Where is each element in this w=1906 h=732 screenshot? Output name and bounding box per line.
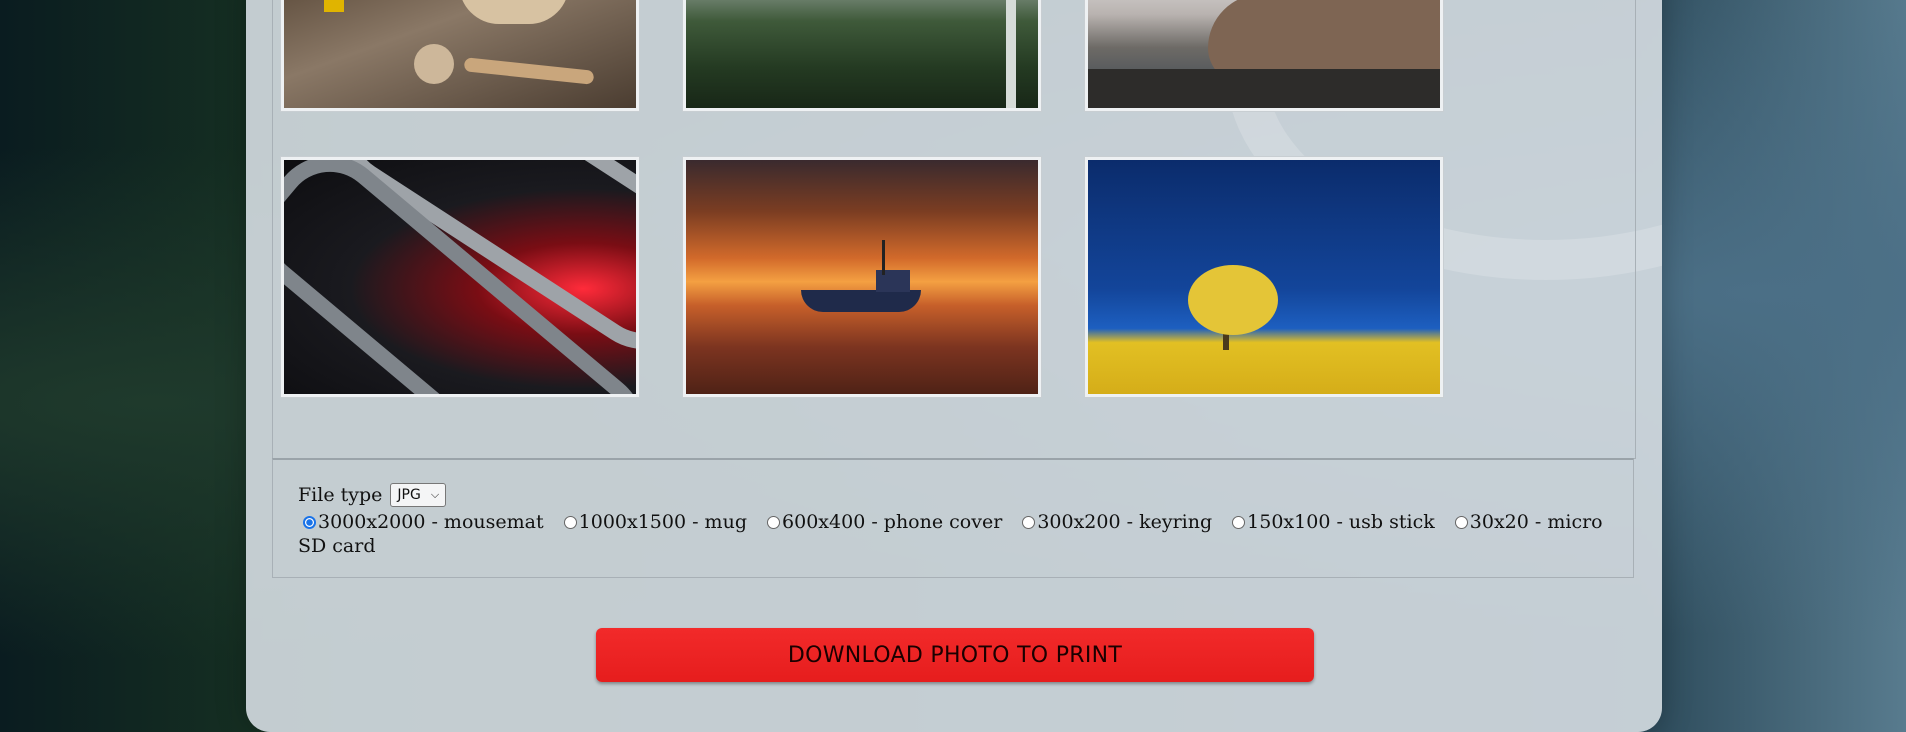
radio-button[interactable] <box>563 516 577 529</box>
size-option-mug[interactable]: 1000x1500 - mug <box>556 511 753 533</box>
print-options: File type JPG ⌵ 3000x2000 - mousemat 100… <box>272 458 1634 578</box>
coast-image <box>1088 0 1440 108</box>
size-option-usb-stick[interactable]: 150x100 - usb stick <box>1224 511 1441 533</box>
size-option-mousemat[interactable]: 3000x2000 - mousemat <box>298 511 550 533</box>
chevron-down-icon: ⌵ <box>430 488 440 501</box>
size-option-keyring[interactable]: 300x200 - keyring <box>1014 511 1218 533</box>
size-radio-group: 3000x2000 - mousemat 1000x1500 - mug 600… <box>298 510 1608 558</box>
photo-red-abstract[interactable] <box>280 156 640 398</box>
content-panel: File type JPG ⌵ 3000x2000 - mousemat 100… <box>246 0 1662 732</box>
file-type-row: File type JPG ⌵ <box>298 482 1608 508</box>
file-type-select[interactable]: JPG ⌵ <box>390 483 447 507</box>
photo-yellow-tree[interactable] <box>1084 156 1444 398</box>
radio-button[interactable] <box>1232 516 1246 529</box>
radio-button[interactable] <box>1454 516 1468 529</box>
yellow-tree-image <box>1088 160 1440 394</box>
photo-greenhouse[interactable] <box>682 0 1042 112</box>
download-photo-button[interactable]: DOWNLOAD PHOTO TO PRINT <box>596 628 1314 682</box>
photo-sunset-boat[interactable] <box>682 156 1042 398</box>
radio-button[interactable] <box>303 516 316 529</box>
radio-button[interactable] <box>1022 516 1036 529</box>
size-option-phone-cover[interactable]: 600x400 - phone cover <box>759 511 1008 533</box>
greenhouse-image <box>686 0 1038 108</box>
file-type-label: File type <box>298 484 383 506</box>
file-type-value: JPG <box>397 487 421 503</box>
photo-tools[interactable] <box>280 0 640 112</box>
photo-coast[interactable] <box>1084 0 1444 112</box>
sunset-boat-image <box>686 160 1038 394</box>
red-abstract-image <box>284 160 636 394</box>
radio-button[interactable] <box>767 516 781 529</box>
tools-image <box>284 0 636 108</box>
